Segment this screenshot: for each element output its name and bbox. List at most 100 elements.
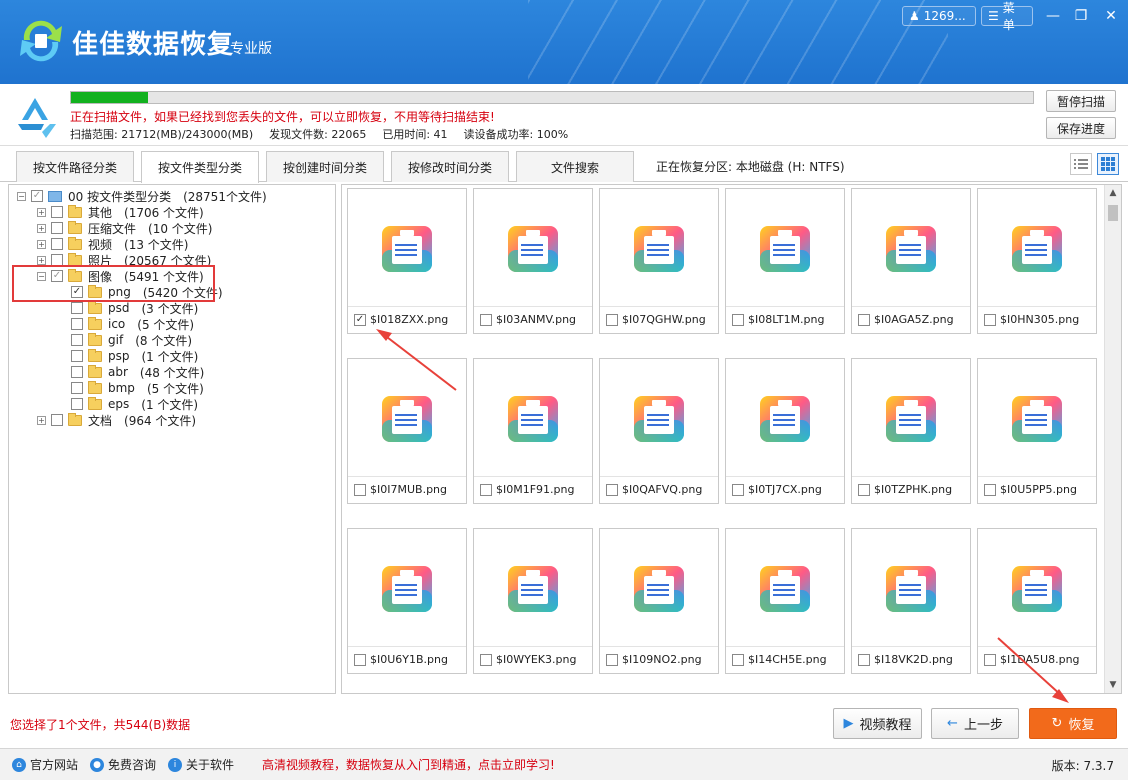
promo-link[interactable]: 高清视频教程，数据恢复从入门到精通，点击立即学习!: [262, 756, 555, 773]
tree-checkbox[interactable]: [51, 222, 63, 234]
file-checkbox[interactable]: [732, 483, 744, 496]
tab-by-type[interactable]: 按文件类型分类: [141, 151, 259, 183]
tree-node[interactable]: gif (8 个文件): [57, 332, 192, 348]
free-consult-link[interactable]: ● 免费咨询: [90, 756, 156, 773]
grid-view-icon[interactable]: [1097, 153, 1119, 175]
tree-checkbox[interactable]: [71, 366, 83, 378]
tree-node[interactable]: + 压缩文件 (10 个文件): [37, 220, 212, 236]
expand-icon[interactable]: +: [37, 223, 46, 233]
file-thumbnail[interactable]: $I0AGA5Z.png: [851, 188, 971, 334]
file-checkbox[interactable]: [984, 313, 996, 326]
list-view-icon[interactable]: [1070, 153, 1092, 175]
minimize-icon[interactable]: —: [1042, 6, 1064, 26]
tree-node[interactable]: − ✓ 00 按文件类型分类 (28751个文件): [17, 188, 267, 204]
file-checkbox[interactable]: [480, 483, 492, 496]
tree-node-count: (1 个文件): [141, 349, 199, 364]
scroll-down-icon[interactable]: ▼: [1105, 677, 1121, 693]
tree-node[interactable]: abr (48 个文件): [57, 364, 204, 380]
tab-by-modified[interactable]: 按修改时间分类: [391, 151, 509, 182]
official-site-link[interactable]: ⌂ 官方网站: [12, 756, 78, 773]
file-checkbox[interactable]: [858, 653, 870, 666]
close-icon[interactable]: ✕: [1100, 6, 1122, 26]
file-thumbnail[interactable]: $I0HN305.png: [977, 188, 1097, 334]
file-checkbox[interactable]: ✓: [354, 313, 366, 326]
menu-button[interactable]: ☰ 菜单: [981, 1, 1033, 32]
file-thumbnail[interactable]: ✓ $I018ZXX.png: [347, 188, 467, 334]
file-checkbox[interactable]: [984, 653, 996, 666]
tree-node[interactable]: + 文档 (964 个文件): [37, 412, 196, 428]
tree-node[interactable]: ico (5 个文件): [57, 316, 194, 332]
tree-checkbox[interactable]: [51, 206, 63, 218]
tree-node[interactable]: + 视频 (13 个文件): [37, 236, 188, 252]
png-file-icon: [348, 529, 466, 647]
prev-step-button[interactable]: ← 上一步: [931, 708, 1019, 739]
save-progress-button[interactable]: 保存进度: [1046, 117, 1116, 139]
expand-icon[interactable]: +: [37, 255, 46, 265]
tree-checkbox[interactable]: [71, 302, 83, 314]
tab-file-search[interactable]: 文件搜索: [516, 151, 634, 182]
file-checkbox[interactable]: [732, 313, 744, 326]
file-thumbnail[interactable]: $I0QAFVQ.png: [599, 358, 719, 504]
file-checkbox[interactable]: [606, 653, 618, 666]
expand-icon[interactable]: +: [37, 207, 46, 217]
file-thumbnail[interactable]: $I0WYEK3.png: [473, 528, 593, 674]
expand-icon[interactable]: +: [37, 239, 46, 249]
tree-checkbox[interactable]: [71, 382, 83, 394]
tree-checkbox[interactable]: [71, 398, 83, 410]
file-checkbox[interactable]: [480, 653, 492, 666]
file-thumbnail[interactable]: $I0U5PP5.png: [977, 358, 1097, 504]
tree-checkbox[interactable]: [51, 238, 63, 250]
tree-node[interactable]: psd (3 个文件): [57, 300, 198, 316]
file-checkbox[interactable]: [354, 653, 366, 666]
about-link[interactable]: i 关于软件: [168, 756, 234, 773]
tab-by-path[interactable]: 按文件路径分类: [16, 151, 134, 182]
file-checkbox[interactable]: [354, 483, 366, 496]
file-thumbnail[interactable]: $I0M1F91.png: [473, 358, 593, 504]
file-checkbox[interactable]: [858, 313, 870, 326]
file-thumbnail[interactable]: $I109NO2.png: [599, 528, 719, 674]
video-tutorial-button[interactable]: ▶ 视频教程: [833, 708, 922, 739]
file-thumbnail[interactable]: $I08LT1M.png: [725, 188, 845, 334]
scroll-up-icon[interactable]: ▲: [1105, 185, 1121, 201]
user-button[interactable]: ♟ 1269...: [902, 6, 976, 26]
file-thumbnail[interactable]: $I18VK2D.png: [851, 528, 971, 674]
tree-checkbox[interactable]: [71, 318, 83, 330]
file-checkbox[interactable]: [606, 313, 618, 326]
tab-by-created[interactable]: 按创建时间分类: [266, 151, 384, 182]
file-thumbnail[interactable]: $I0TJ7CX.png: [725, 358, 845, 504]
expand-icon[interactable]: +: [37, 415, 46, 425]
file-thumbnail[interactable]: $I1DA5U8.png: [977, 528, 1097, 674]
file-caption: $I18VK2D.png: [858, 653, 953, 666]
png-file-icon: [600, 189, 718, 307]
file-thumbnail[interactable]: $I07QGHW.png: [599, 188, 719, 334]
file-thumbnail[interactable]: $I0TZPHK.png: [851, 358, 971, 504]
collapse-icon[interactable]: −: [17, 191, 26, 201]
tree-node[interactable]: + 其他 (1706 个文件): [37, 204, 204, 220]
file-checkbox[interactable]: [984, 483, 996, 496]
tree-node-label: 视频: [88, 237, 113, 252]
tree-checkbox[interactable]: [71, 334, 83, 346]
pause-scan-button[interactable]: 暂停扫描: [1046, 90, 1116, 112]
file-thumbnail[interactable]: $I03ANMV.png: [473, 188, 593, 334]
tree-checkbox[interactable]: [51, 414, 63, 426]
file-thumbnail[interactable]: $I14CH5E.png: [725, 528, 845, 674]
tree-checkbox[interactable]: [71, 350, 83, 362]
tree-checkbox[interactable]: ✓: [31, 190, 43, 202]
file-checkbox[interactable]: [732, 653, 744, 666]
tree-node[interactable]: psp (1 个文件): [57, 348, 198, 364]
scrollbar-thumb[interactable]: [1108, 205, 1118, 221]
recover-button[interactable]: ↻ 恢复: [1029, 708, 1117, 739]
file-thumbnail[interactable]: $I0U6Y1B.png: [347, 528, 467, 674]
file-caption: $I0WYEK3.png: [480, 653, 576, 666]
png-file-icon: [978, 359, 1096, 477]
file-checkbox[interactable]: [480, 313, 492, 326]
file-thumbnail[interactable]: $I0I7MUB.png: [347, 358, 467, 504]
grid-scrollbar[interactable]: ▲ ▼: [1104, 185, 1121, 693]
file-checkbox[interactable]: [858, 483, 870, 496]
png-file-icon: [474, 189, 592, 307]
tree-node[interactable]: bmp (5 个文件): [57, 380, 204, 396]
restore-icon[interactable]: ❐: [1070, 6, 1092, 26]
folder-icon: [88, 348, 102, 362]
file-checkbox[interactable]: [606, 483, 618, 496]
tree-node[interactable]: eps (1 个文件): [57, 396, 198, 412]
